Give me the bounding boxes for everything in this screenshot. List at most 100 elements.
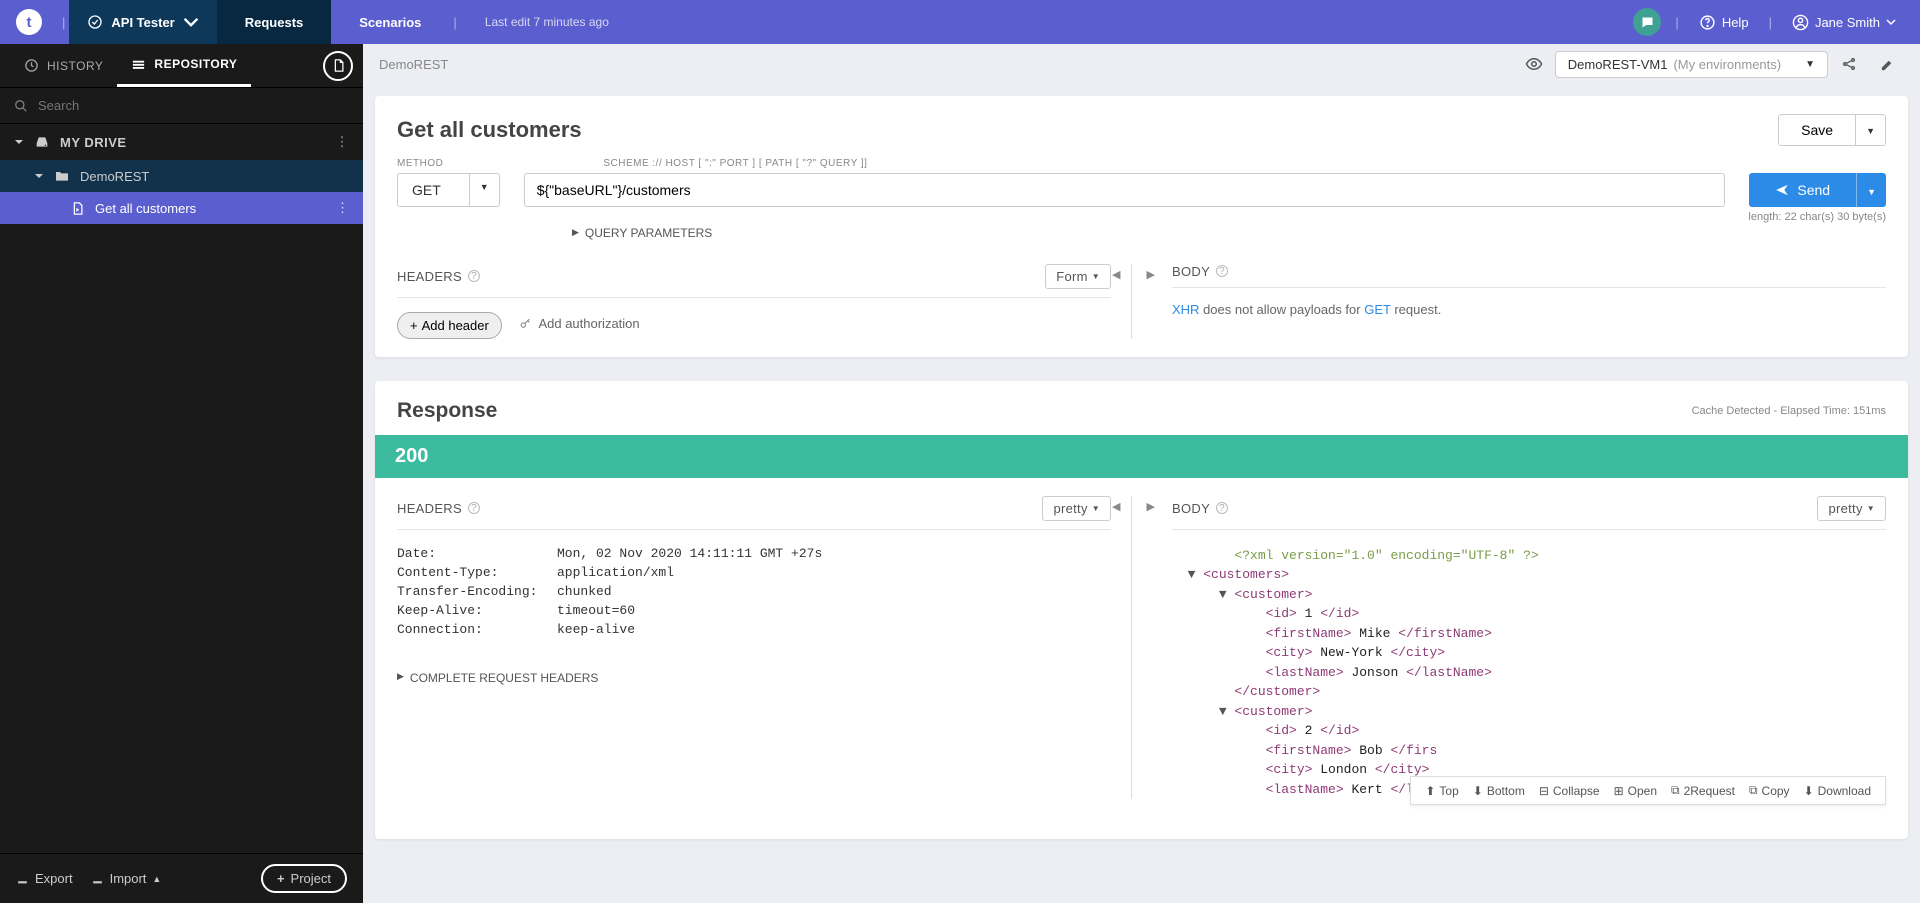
top-navbar: t | API Tester Requests Scenarios | Last… [0, 0, 1920, 44]
send-dropdown[interactable]: ▼ [1856, 173, 1886, 207]
header-value: timeout=60 [557, 603, 635, 618]
collapse-left-icon[interactable]: ◀ [1112, 268, 1120, 281]
send-icon [1775, 183, 1789, 197]
breadcrumb[interactable]: DemoREST [379, 57, 448, 72]
env-name: DemoREST-VM1 [1568, 57, 1668, 72]
response-meta: Cache Detected - Elapsed Time: 151ms [1692, 405, 1886, 417]
collapse-right-icon[interactable]: ▶ [1146, 500, 1154, 513]
response-headers-section: HEADERS ? pretty ▼ Date:Mon, 02 Nov 2020… [397, 496, 1131, 800]
share-button[interactable] [1832, 49, 1866, 79]
more-icon[interactable]: ⋮ [336, 200, 349, 216]
new-project-button[interactable]: + Project [261, 864, 347, 893]
divider: | [62, 15, 65, 30]
chevron-down-icon: ▼ [1866, 126, 1875, 136]
help-icon[interactable]: ? [1216, 265, 1228, 277]
header-row: Date:Mon, 02 Nov 2020 14:11:11 GMT +27s [397, 546, 1111, 561]
sidebar-tab-history[interactable]: HISTORY [10, 44, 117, 87]
toggle-icon[interactable]: ▼ [1219, 587, 1235, 602]
xml-line: <firstName> Bob </firs [1172, 741, 1886, 761]
caret-up-icon: ▲ [152, 874, 161, 884]
get-link[interactable]: GET [1364, 302, 1391, 317]
topbar-left: t | API Tester Requests Scenarios | Last… [0, 0, 609, 44]
help-icon[interactable]: ? [1216, 502, 1228, 514]
sidebar: HISTORY REPOSITORY MY DRIVE ⋮ [0, 44, 363, 903]
add-header-button[interactable]: + Add header [397, 312, 502, 339]
headers-format-select[interactable]: pretty ▼ [1042, 496, 1111, 521]
collapse-right-icon[interactable]: ▶ [1146, 268, 1154, 281]
plus-icon: + [410, 318, 418, 333]
download-icon: ⬇ [1804, 784, 1814, 798]
tab-scenarios[interactable]: Scenarios [331, 0, 449, 44]
xml-line: <lastName> Jonson </lastName> [1172, 663, 1886, 683]
eye-icon [1525, 55, 1543, 73]
complete-request-headers-toggle[interactable]: ▶ COMPLETE REQUEST HEADERS [397, 671, 598, 685]
search-row [0, 88, 363, 124]
body-label: BODY [1172, 264, 1210, 279]
xhr-link[interactable]: XHR [1172, 302, 1199, 317]
history-icon [24, 58, 39, 73]
headers-label: HEADERS [397, 501, 462, 516]
query-params-toggle[interactable]: ▶ QUERY PARAMETERS [572, 226, 712, 240]
export-icon [16, 872, 29, 885]
user-menu[interactable]: Jane Smith [1786, 10, 1902, 35]
toggle-icon[interactable]: ▼ [1219, 704, 1235, 719]
environment-select[interactable]: DemoREST-VM1 (My environments) ▼ [1555, 51, 1828, 78]
open-button[interactable]: ⊞Open [1614, 783, 1657, 798]
copy-icon: ⧉ [1749, 783, 1758, 798]
main-area: DemoREST DemoREST-VM1 (My environments) … [363, 44, 1920, 903]
more-icon[interactable]: ⋮ [336, 134, 350, 150]
chevron-down-icon[interactable]: ▼ [470, 173, 500, 207]
tab-label: HISTORY [47, 59, 103, 73]
method-select[interactable]: GET ▼ [397, 173, 500, 207]
xml-line: <city> New-York </city> [1172, 643, 1886, 663]
scheme-label: SCHEME :// HOST [ ":" PORT ] [ PATH [ "?… [603, 158, 867, 169]
preview-button[interactable] [1517, 49, 1551, 79]
main-header: DemoREST DemoREST-VM1 (My environments) … [363, 44, 1920, 84]
arrow-down-icon: ⬇ [1473, 784, 1483, 798]
url-input[interactable] [524, 173, 1726, 207]
collapse-button[interactable]: ⊟Collapse [1539, 783, 1600, 798]
toggle-icon[interactable]: ▼ [1188, 567, 1204, 582]
copy-button[interactable]: ⧉Copy [1749, 783, 1790, 798]
xml-line: ▼ <customer> [1172, 585, 1886, 605]
share-icon [1841, 56, 1857, 72]
body-format-select[interactable]: pretty ▼ [1817, 496, 1886, 521]
new-request-button[interactable] [323, 51, 353, 81]
xml-line: </customer> [1172, 682, 1886, 702]
save-dropdown[interactable]: ▼ [1856, 114, 1886, 146]
add-header-label: Add header [422, 318, 489, 333]
help-icon[interactable]: ? [468, 270, 480, 282]
my-drive-row[interactable]: MY DRIVE ⋮ [0, 124, 363, 160]
response-headers-list: Date:Mon, 02 Nov 2020 14:11:11 GMT +27sC… [397, 546, 1111, 637]
top-button[interactable]: ⬆Top [1425, 783, 1458, 798]
env-controls: DemoREST-VM1 (My environments) ▼ [1517, 49, 1904, 79]
header-value: chunked [557, 584, 612, 599]
search-input[interactable] [38, 98, 349, 113]
tab-requests[interactable]: Requests [217, 0, 332, 44]
export-button[interactable]: Export [16, 871, 73, 886]
download-button[interactable]: ⬇Download [1804, 783, 1871, 798]
help-icon[interactable]: ? [468, 502, 480, 514]
headers-format-select[interactable]: Form ▼ [1045, 264, 1111, 289]
to-request-button[interactable]: ⧉2Request [1671, 783, 1735, 798]
collapse-left-icon[interactable]: ◀ [1112, 500, 1120, 513]
drive-label: MY DRIVE [60, 135, 127, 150]
project-label: DemoREST [80, 169, 149, 184]
add-authorization-button[interactable]: Add authorization [519, 316, 639, 331]
bottom-button[interactable]: ⬇Bottom [1473, 783, 1525, 798]
import-button[interactable]: Import ▲ [91, 871, 162, 886]
request-row[interactable]: Get all customers ⋮ [0, 192, 363, 224]
method-value: GET [397, 173, 470, 207]
app-switcher[interactable]: API Tester [69, 0, 216, 44]
app-logo[interactable]: t [16, 9, 42, 35]
xml-line: ▼ <customer> [1172, 702, 1886, 722]
project-row[interactable]: DemoREST [0, 160, 363, 192]
feedback-button[interactable] [1633, 8, 1661, 36]
sidebar-tab-repository[interactable]: REPOSITORY [117, 44, 251, 87]
save-button[interactable]: Save [1778, 114, 1856, 146]
help-icon [1699, 14, 1716, 31]
send-button[interactable]: Send [1749, 173, 1856, 207]
response-title: Response [397, 399, 497, 423]
help-button[interactable]: Help [1693, 10, 1755, 35]
edit-button[interactable] [1870, 49, 1904, 79]
